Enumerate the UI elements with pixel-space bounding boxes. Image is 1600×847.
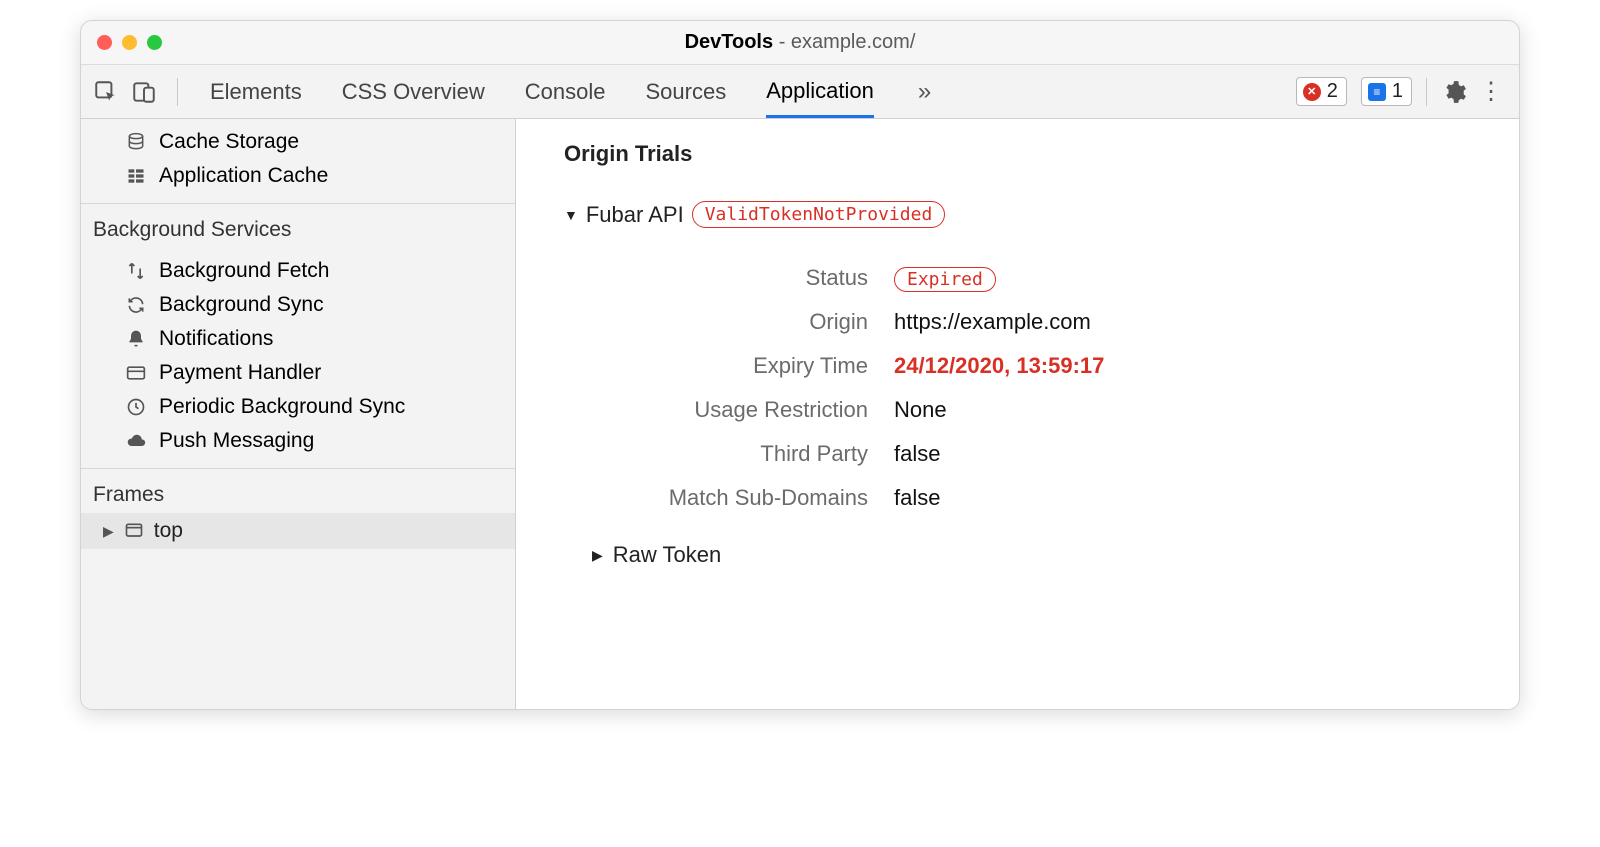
origin-value: https://example.com xyxy=(894,309,1091,335)
sidebar-item-label: Background Fetch xyxy=(159,259,329,283)
trial-properties: Status Expired Origin https://example.co… xyxy=(564,256,1479,520)
sidebar-item-notifications[interactable]: Notifications xyxy=(81,322,515,356)
match-subdomains-value: false xyxy=(894,485,940,511)
raw-token-toggle[interactable]: ▶ Raw Token xyxy=(592,542,1479,568)
sidebar-item-background-fetch[interactable]: Background Fetch xyxy=(81,254,515,288)
status-label: Status xyxy=(564,265,894,291)
error-icon xyxy=(1303,83,1321,101)
trial-name: Fubar API xyxy=(586,202,684,228)
frames-root-label: top xyxy=(154,519,183,543)
trial-error-badge: ValidTokenNotProvided xyxy=(692,201,946,228)
usage-restriction-value: None xyxy=(894,397,947,423)
tab-application[interactable]: Application xyxy=(766,66,874,118)
sidebar-item-push-messaging[interactable]: Push Messaging xyxy=(81,424,515,458)
origin-trial-header[interactable]: ▼ Fubar API ValidTokenNotProvided xyxy=(564,201,1479,228)
sync-icon xyxy=(125,295,147,315)
third-party-value: false xyxy=(894,441,940,467)
fetch-icon xyxy=(125,261,147,281)
chevron-down-icon: ▼ xyxy=(564,207,578,223)
sidebar-section-frames: Frames xyxy=(81,469,515,513)
window-title: DevTools - example.com/ xyxy=(81,31,1519,54)
sidebar-item-application-cache[interactable]: Application Cache xyxy=(81,159,515,193)
panel-tabs: Elements CSS Overview Console Sources Ap… xyxy=(192,66,935,118)
main-toolbar: Elements CSS Overview Console Sources Ap… xyxy=(81,65,1519,119)
status-badge: Expired xyxy=(894,267,996,292)
raw-token-label: Raw Token xyxy=(613,542,721,568)
sidebar-item-label: Periodic Background Sync xyxy=(159,395,405,419)
card-icon xyxy=(125,363,147,383)
devtools-window: DevTools - example.com/ Elements CSS Ove… xyxy=(80,20,1520,710)
kebab-menu-icon[interactable]: ⋮ xyxy=(1473,77,1509,106)
window-title-url: example.com/ xyxy=(791,31,916,53)
third-party-label: Third Party xyxy=(564,441,894,467)
device-toggle-icon[interactable] xyxy=(131,79,157,105)
message-icon xyxy=(1368,83,1386,101)
divider xyxy=(1426,78,1427,106)
sidebar-item-periodic-background-sync[interactable]: Periodic Background Sync xyxy=(81,390,515,424)
sidebar-item-label: Notifications xyxy=(159,327,273,351)
message-count: 1 xyxy=(1392,80,1403,103)
main-panel: Origin Trials ▼ Fubar API ValidTokenNotP… xyxy=(516,119,1519,709)
chevron-right-icon: ▶ xyxy=(592,547,603,564)
more-tabs-icon[interactable]: » xyxy=(914,78,935,106)
chevron-right-icon: ▶ xyxy=(103,523,114,540)
error-count: 2 xyxy=(1327,80,1338,103)
sidebar-item-label: Background Sync xyxy=(159,293,324,317)
message-count-pill[interactable]: 1 xyxy=(1361,77,1412,106)
expiry-value: 24/12/2020, 13:59:17 xyxy=(894,353,1104,379)
sidebar-item-background-sync[interactable]: Background Sync xyxy=(81,288,515,322)
sidebar-item-label: Payment Handler xyxy=(159,361,321,385)
error-count-pill[interactable]: 2 xyxy=(1296,77,1347,106)
application-sidebar: Cache Storage Application Cache Backgrou… xyxy=(81,119,516,709)
grid-icon xyxy=(125,166,147,186)
db-icon xyxy=(125,132,147,152)
expiry-label: Expiry Time xyxy=(564,353,894,379)
sidebar-section-background: Background Services xyxy=(81,204,515,248)
window-title-prefix: DevTools xyxy=(685,31,774,53)
title-bar: DevTools - example.com/ xyxy=(81,21,1519,65)
match-subdomains-label: Match Sub-Domains xyxy=(564,485,894,511)
clock-icon xyxy=(125,397,147,417)
tab-elements[interactable]: Elements xyxy=(210,67,302,116)
sidebar-item-label: Push Messaging xyxy=(159,429,314,453)
frames-root-item[interactable]: ▶ top xyxy=(81,513,515,549)
sidebar-item-label: Cache Storage xyxy=(159,130,299,154)
tab-sources[interactable]: Sources xyxy=(645,67,726,116)
tab-css-overview[interactable]: CSS Overview xyxy=(342,67,485,116)
origin-label: Origin xyxy=(564,309,894,335)
usage-restriction-label: Usage Restriction xyxy=(564,397,894,423)
sidebar-item-payment-handler[interactable]: Payment Handler xyxy=(81,356,515,390)
frame-icon xyxy=(124,521,144,541)
sidebar-item-label: Application Cache xyxy=(159,164,328,188)
divider xyxy=(177,78,178,106)
tab-console[interactable]: Console xyxy=(525,67,606,116)
inspect-element-icon[interactable] xyxy=(93,79,119,105)
sidebar-item-cache-storage[interactable]: Cache Storage xyxy=(81,125,515,159)
gear-icon[interactable] xyxy=(1441,79,1467,105)
page-heading: Origin Trials xyxy=(564,141,1479,167)
cloud-icon xyxy=(125,431,147,451)
bell-icon xyxy=(125,329,147,349)
